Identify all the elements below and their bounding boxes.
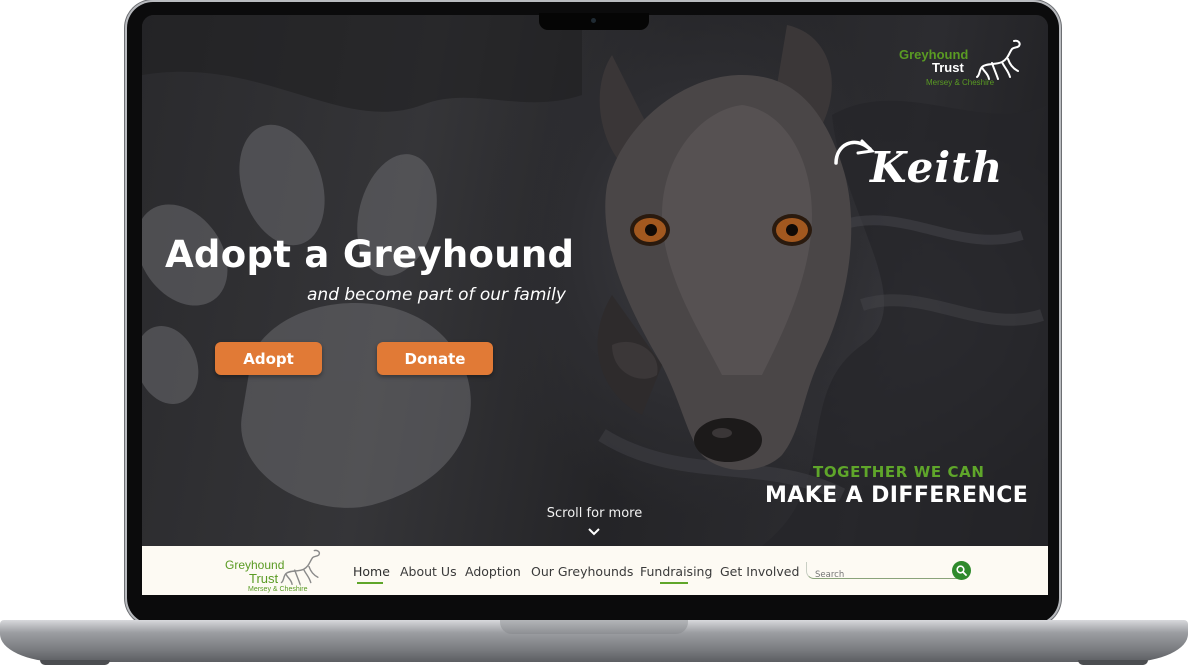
nav-item-adoption[interactable]: Adoption bbox=[465, 564, 521, 579]
nav-item-our-greyhounds[interactable]: Our Greyhounds bbox=[531, 564, 633, 579]
nav-item-about-us[interactable]: About Us bbox=[400, 564, 457, 579]
logo-region: Mersey & Cheshire bbox=[248, 586, 308, 593]
tagline-difference: MAKE A DIFFERENCE bbox=[765, 483, 1029, 508]
search-button[interactable] bbox=[952, 561, 971, 580]
greyhound-silhouette-icon bbox=[976, 39, 1021, 80]
donate-button[interactable]: Donate bbox=[377, 342, 493, 375]
laptop-foot bbox=[40, 660, 110, 665]
paw-print-icon bbox=[142, 124, 471, 508]
logo-word-trust: Trust bbox=[932, 60, 964, 75]
search-box bbox=[806, 562, 957, 582]
featured-dog-name: Keith bbox=[870, 143, 1004, 192]
nav-logo[interactable]: Greyhound Trust Mersey & Cheshire bbox=[222, 546, 332, 595]
hover-nav-underline bbox=[660, 582, 688, 584]
website-screen: Greyhound Trust Mersey & Cheshire Keith … bbox=[142, 15, 1048, 595]
hero-subtitle: and become part of our family bbox=[307, 285, 566, 305]
laptop-opening-lip bbox=[500, 620, 688, 634]
chevron-down-icon[interactable] bbox=[587, 527, 601, 537]
greyhound-silhouette-icon bbox=[280, 549, 321, 586]
scroll-for-more-label[interactable]: Scroll for more bbox=[537, 506, 652, 521]
laptop-foot bbox=[1078, 660, 1148, 665]
adopt-button[interactable]: Adopt bbox=[215, 342, 322, 375]
active-nav-underline bbox=[357, 582, 383, 584]
hero-section: Greyhound Trust Mersey & Cheshire Keith … bbox=[142, 15, 1048, 546]
camera-notch bbox=[539, 13, 649, 30]
bottom-navigation-bar: Greyhound Trust Mersey & Cheshire Home A… bbox=[142, 546, 1048, 595]
camera-icon bbox=[591, 18, 596, 23]
nav-item-get-involved[interactable]: Get Involved bbox=[720, 564, 799, 579]
tagline-together: TOGETHER WE CAN bbox=[813, 463, 985, 481]
hero-logo[interactable]: Greyhound Trust Mersey & Cheshire bbox=[894, 37, 1024, 92]
hero-title: Adopt a Greyhound bbox=[165, 233, 575, 276]
greyhound-photo bbox=[597, 25, 852, 470]
nav-item-fundraising[interactable]: Fundraising bbox=[640, 564, 712, 579]
nav-item-home[interactable]: Home bbox=[353, 564, 390, 579]
search-icon bbox=[956, 565, 967, 576]
logo-word-trust: Trust bbox=[249, 571, 279, 586]
search-input[interactable] bbox=[807, 567, 955, 582]
